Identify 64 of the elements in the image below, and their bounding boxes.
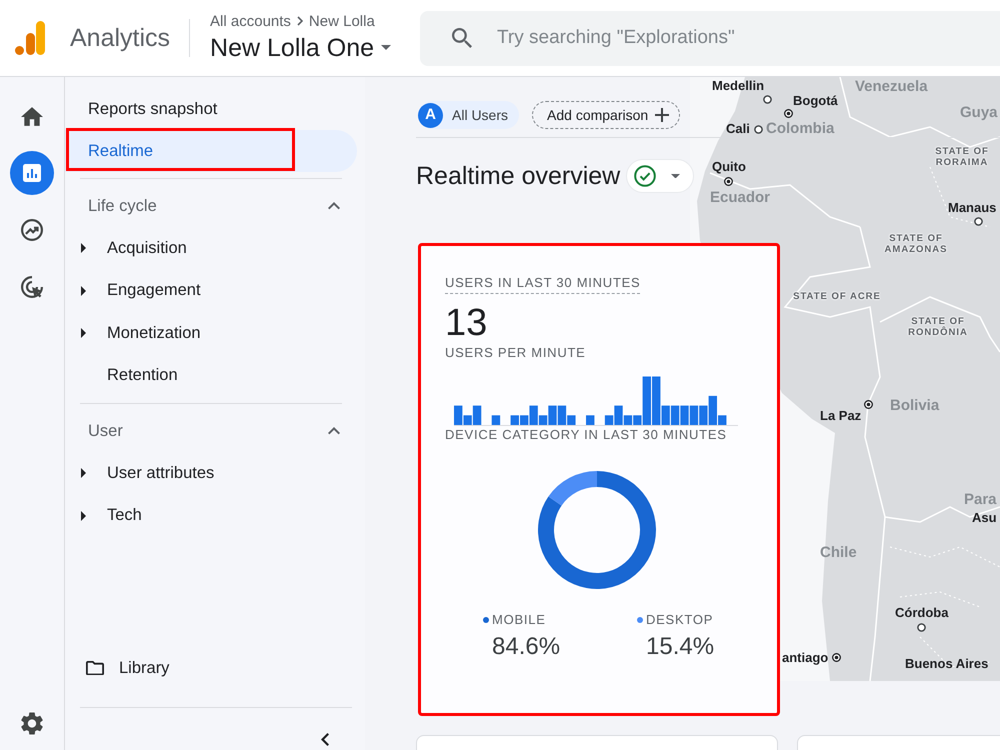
caret-down-icon: [381, 45, 392, 50]
nav-item[interactable]: Tech: [65, 494, 357, 537]
chevron-right-icon: [296, 16, 303, 26]
map-label: Córdoba: [895, 605, 948, 621]
search-icon: [452, 28, 472, 48]
legend-label: MOBILE: [492, 613, 546, 627]
target-cursor-icon: [21, 276, 43, 298]
map-label: Medellin: [712, 78, 764, 94]
nav-item[interactable]: User attributes: [65, 452, 357, 494]
map-label: Quito: [712, 159, 746, 175]
search-field[interactable]: Try searching "Explorations": [420, 10, 1000, 66]
segment-avatar: A: [418, 102, 443, 128]
status-dropdown[interactable]: [626, 159, 694, 193]
nav-item[interactable]: Acquisition: [65, 227, 357, 270]
property-selector[interactable]: New Lolla One: [210, 34, 392, 62]
breadcrumb-link[interactable]: New Lolla: [308, 12, 375, 30]
map-label: Para: [964, 491, 997, 509]
trend-chart-icon: [21, 219, 43, 241]
map-label: Bolivia: [890, 397, 940, 415]
home-icon: [21, 106, 43, 126]
map-label: Chile: [820, 544, 857, 562]
app-name: Analytics: [70, 23, 170, 53]
metric-value: 13: [445, 302, 488, 344]
settings-icon: [21, 712, 43, 734]
map-label: STATE OF RORAIMA: [934, 146, 990, 168]
rail-button[interactable]: [10, 151, 54, 195]
chart-title: USERS PER MINUTE: [445, 344, 587, 362]
logo-icon: [15, 21, 45, 55]
library-link[interactable]: Library: [65, 647, 365, 689]
map-label: Cali: [726, 121, 750, 137]
percentage-value: 84.6%: [492, 633, 562, 661]
map-label: STATE OF AMAZONAS: [884, 233, 948, 255]
map-label: Bogotá: [793, 93, 838, 109]
nav-item[interactable]: Retention: [65, 354, 357, 397]
breadcrumb-link[interactable]: All accounts: [210, 12, 291, 30]
map-label: La Paz: [820, 408, 862, 424]
plus-icon: [655, 108, 670, 122]
map-label: Buenos Aires: [905, 656, 988, 672]
map-label: Venezuela: [855, 78, 928, 96]
chevron-left-icon: [321, 732, 329, 746]
map-label: Manaus: [948, 200, 996, 216]
folder-icon: [86, 660, 104, 676]
page-title: Realtime overview: [416, 161, 620, 192]
nav-item[interactable]: Realtime: [65, 130, 357, 172]
check-circle-icon: [634, 165, 656, 187]
nav-item[interactable]: Engagement: [65, 270, 357, 312]
section-header[interactable]: Life cycle: [65, 185, 365, 227]
map-label: Colombia: [766, 120, 834, 138]
legend-label: DESKTOP: [646, 613, 714, 627]
segment-chip[interactable]: A All Users: [418, 101, 520, 129]
map-label: Guya: [960, 104, 998, 122]
add-comparison-button[interactable]: Add comparison: [532, 101, 680, 129]
map-label: antiago: [782, 650, 828, 666]
bar-chart-icon: [23, 164, 41, 182]
caret-down-icon: [671, 174, 680, 178]
section-header[interactable]: User: [65, 410, 365, 452]
chart-title: DEVICE CATEGORY IN LAST 30 MINUTES: [445, 426, 728, 444]
nav-item[interactable]: Reports snapshot: [65, 88, 357, 130]
map-label: STATE OF RONDÔNIA: [907, 316, 969, 338]
nav-item[interactable]: Monetization: [65, 312, 357, 354]
metric-title: USERS IN LAST 30 MINUTES: [445, 274, 640, 294]
map-label: Asu: [972, 510, 997, 526]
map-label: Ecuador: [710, 189, 770, 207]
map-label: STATE OF ACRE: [792, 291, 882, 302]
